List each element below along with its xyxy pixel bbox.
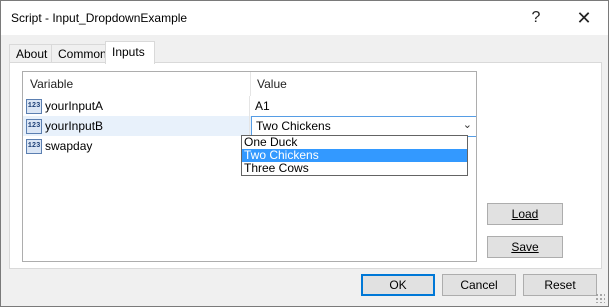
- tab-inputs[interactable]: Inputs: [105, 41, 155, 64]
- column-header-value[interactable]: Value: [250, 72, 476, 96]
- integer-type-icon: 123: [26, 139, 42, 154]
- combobox-value: Two Chickens: [256, 119, 331, 133]
- value-cell[interactable]: A1: [255, 99, 270, 113]
- variable-cell: 123 yourInputB: [23, 116, 250, 136]
- integer-type-icon: 123: [26, 99, 42, 114]
- integer-type-icon: 123: [26, 119, 42, 134]
- variable-cell: 123 yourInputA: [23, 96, 250, 116]
- variable-name: yourInputA: [45, 99, 104, 113]
- value-combobox[interactable]: Two Chickens ⌄: [251, 116, 476, 137]
- dialog-window: Script - Input_DropdownExample ? ✕ About…: [0, 0, 609, 307]
- resize-grip[interactable]: [595, 293, 605, 303]
- variable-name: swapday: [45, 139, 93, 153]
- value-dropdown-list: One Duck Two Chickens Three Cows: [241, 135, 468, 176]
- window-title: Script - Input_DropdownExample: [11, 11, 188, 25]
- load-button-label: Load: [511, 207, 539, 221]
- reset-button[interactable]: Reset: [523, 274, 597, 296]
- close-button[interactable]: ✕: [561, 1, 607, 35]
- load-button[interactable]: Load: [487, 203, 563, 225]
- variable-name: yourInputB: [45, 119, 104, 133]
- variable-cell: 123 swapday: [23, 136, 250, 156]
- save-button-label: Save: [511, 240, 539, 254]
- table-row[interactable]: 123 yourInputA A1: [23, 96, 476, 116]
- ok-button[interactable]: OK: [361, 274, 435, 296]
- table-row[interactable]: 123 yourInputB Two Chickens ⌄: [23, 116, 476, 137]
- title-bar[interactable]: Script - Input_DropdownExample ? ✕: [1, 1, 608, 35]
- chevron-down-icon[interactable]: ⌄: [463, 118, 472, 131]
- save-button[interactable]: Save: [487, 236, 563, 258]
- dropdown-option[interactable]: Three Cows: [242, 162, 467, 175]
- cancel-button[interactable]: Cancel: [442, 274, 516, 296]
- help-button[interactable]: ?: [513, 1, 559, 35]
- column-header-variable[interactable]: Variable: [23, 72, 251, 96]
